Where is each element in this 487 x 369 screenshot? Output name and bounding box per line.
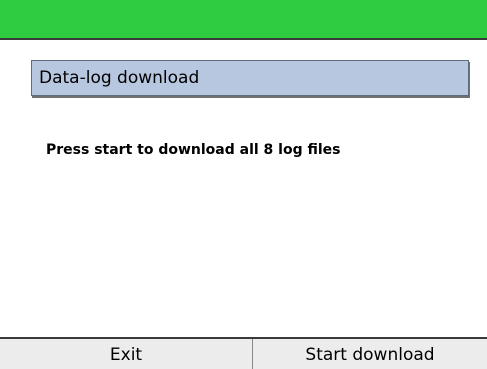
status-bar <box>0 0 487 40</box>
page-title: Data-log download <box>39 68 200 88</box>
start-download-button-label: Start download <box>305 345 435 365</box>
start-download-button[interactable]: Start download <box>253 339 487 369</box>
exit-button-label: Exit <box>109 345 143 365</box>
instruction-text: Press start to download all 8 log files <box>46 142 341 158</box>
device-screen: Data-log download Press start to downloa… <box>0 0 487 369</box>
page-title-box: Data-log download <box>31 60 469 96</box>
exit-button[interactable]: Exit <box>0 339 253 369</box>
softkey-bar: Exit Start download <box>0 337 487 369</box>
